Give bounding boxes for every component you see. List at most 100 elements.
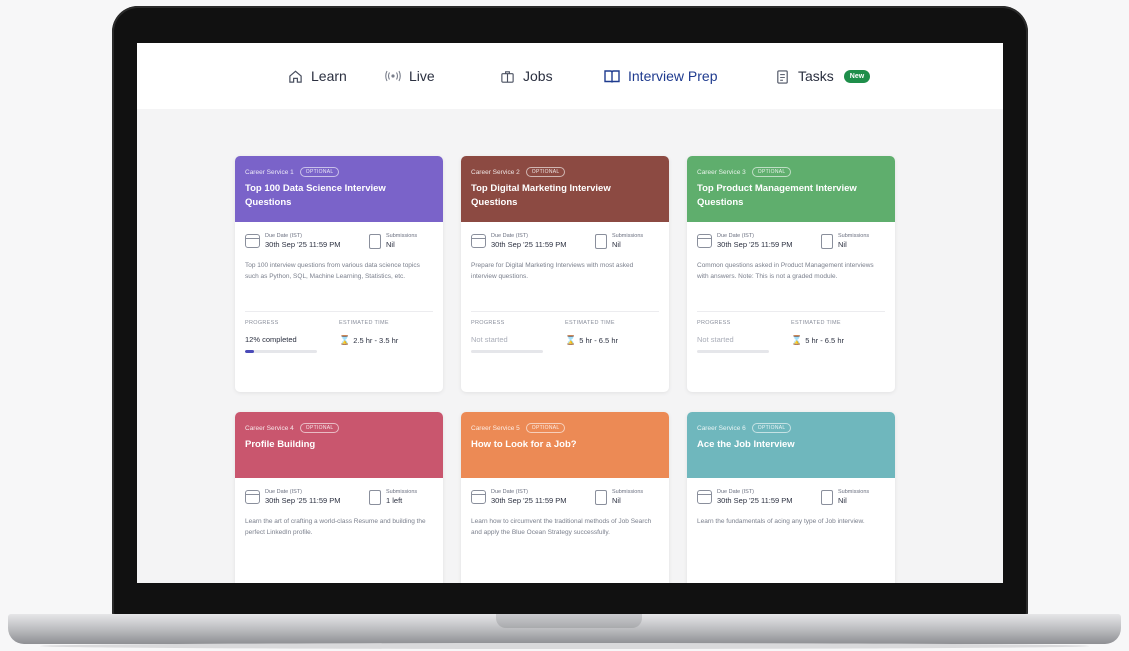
clipboard-icon — [774, 68, 790, 84]
card-description: Learn the fundamentals of acing any type… — [697, 518, 865, 525]
due-date-label: Due Date (IST) — [717, 489, 754, 495]
progress-label: PROGRESS — [471, 320, 505, 326]
card-title: Top 100 Data Science Interview Questions — [245, 183, 386, 208]
hourglass-icon: ⌛ — [565, 335, 577, 345]
briefcase-icon — [499, 68, 515, 84]
progress-label: PROGRESS — [245, 320, 279, 326]
nav-item-live[interactable]: Live — [385, 68, 435, 84]
nav-item-jobs[interactable]: Jobs — [499, 68, 553, 84]
nav-item-label: Interview Prep — [628, 68, 718, 84]
submissions-value: Nil — [386, 240, 395, 249]
submissions-label: Submissions — [838, 489, 870, 495]
career-service-card[interactable]: Career Service 6 OPTIONAL Ace the Job In… — [687, 412, 895, 583]
calendar-icon — [471, 490, 486, 504]
estimated-time-label: ESTIMATED TIME — [791, 320, 841, 326]
card-header: Career Service 6 OPTIONAL Ace the Job In… — [687, 412, 895, 478]
progress-bar-fill — [245, 350, 254, 353]
submissions-label: Submissions — [838, 233, 870, 239]
career-service-card[interactable]: Career Service 2 OPTIONAL Top Digital Ma… — [461, 156, 669, 392]
nav-item-label: Jobs — [523, 68, 553, 84]
submissions-value: Nil — [612, 240, 621, 249]
card-title: Ace the Job Interview — [697, 439, 795, 450]
submissions-label: Submissions — [386, 233, 418, 239]
career-service-card[interactable]: Career Service 1 OPTIONAL Top 100 Data S… — [235, 156, 443, 392]
card-title: Top Product Management Interview Questio… — [697, 183, 857, 208]
card-service-label: Career Service 2 — [471, 168, 520, 176]
submissions-label: Submissions — [612, 489, 644, 495]
nav-item-label: Live — [409, 68, 435, 84]
card-description: Learn how to circumvent the traditional … — [471, 518, 652, 536]
calendar-icon — [245, 234, 260, 248]
card-description: Top 100 interview questions from various… — [245, 262, 420, 280]
calendar-icon — [697, 490, 712, 504]
progress-value: Not started — [697, 335, 734, 344]
progress-bar — [245, 350, 317, 353]
card-title: Top Digital Marketing Interview Question… — [471, 183, 611, 208]
card-service-label: Career Service 4 — [245, 424, 294, 432]
submissions-label: Submissions — [612, 233, 644, 239]
new-badge: New — [843, 69, 871, 83]
laptop-screen: Learn Live Jobs Interview Prep Tasks New… — [137, 43, 1003, 583]
due-date-value: 30th Sep '25 11:59 PM — [717, 240, 793, 249]
estimated-time-label: ESTIMATED TIME — [565, 320, 615, 326]
optional-badge: OPTIONAL — [299, 167, 340, 177]
career-service-card[interactable]: Career Service 3 OPTIONAL Top Product Ma… — [687, 156, 895, 392]
calendar-icon — [697, 234, 712, 248]
document-icon — [369, 489, 381, 505]
optional-badge: OPTIONAL — [751, 423, 792, 433]
due-date-value: 30th Sep '25 11:59 PM — [491, 496, 567, 505]
due-date-value: 30th Sep '25 11:59 PM — [265, 240, 341, 249]
nav-item-learn[interactable]: Learn — [287, 68, 347, 84]
due-date-label: Due Date (IST) — [491, 489, 528, 495]
card-title: How to Look for a Job? — [471, 439, 577, 450]
hourglass-icon: ⌛ — [339, 335, 351, 345]
card-service-label: Career Service 5 — [471, 424, 520, 432]
card-header: Career Service 5 OPTIONAL How to Look fo… — [461, 412, 669, 478]
optional-badge: OPTIONAL — [525, 167, 566, 177]
laptop-notch — [496, 614, 642, 628]
card-header: Career Service 4 OPTIONAL Profile Buildi… — [235, 412, 443, 478]
top-nav: Learn Live Jobs Interview Prep Tasks New — [137, 43, 1003, 109]
career-service-card[interactable]: Career Service 4 OPTIONAL Profile Buildi… — [235, 412, 443, 583]
nav-item-label: Learn — [311, 68, 347, 84]
estimated-time-label: ESTIMATED TIME — [339, 320, 389, 326]
due-date-value: 30th Sep '25 11:59 PM — [717, 496, 793, 505]
document-icon — [821, 233, 833, 249]
document-icon — [369, 233, 381, 249]
document-icon — [595, 233, 607, 249]
card-divider — [697, 311, 885, 312]
progress-bar — [471, 350, 543, 353]
due-date-label: Due Date (IST) — [265, 489, 302, 495]
card-service-label: Career Service 6 — [697, 424, 746, 432]
card-header: Career Service 3 OPTIONAL Top Product Ma… — [687, 156, 895, 222]
due-date-label: Due Date (IST) — [491, 233, 528, 239]
submissions-value: Nil — [612, 496, 621, 505]
calendar-icon — [471, 234, 486, 248]
optional-badge: OPTIONAL — [299, 423, 340, 433]
card-divider — [471, 311, 659, 312]
card-service-label: Career Service 1 — [245, 168, 294, 176]
book-icon — [604, 68, 620, 84]
estimated-time-value: 2.5 hr - 3.5 hr — [353, 336, 399, 345]
document-icon — [821, 489, 833, 505]
hourglass-icon: ⌛ — [791, 335, 803, 345]
nav-item-label: Tasks — [798, 68, 834, 84]
nav-item-interview-prep[interactable]: Interview Prep — [604, 68, 717, 84]
document-icon — [595, 489, 607, 505]
laptop-shadow — [40, 643, 1089, 649]
submissions-value: 1 left — [386, 496, 403, 505]
card-header: Career Service 2 OPTIONAL Top Digital Ma… — [461, 156, 669, 222]
nav-item-tasks[interactable]: Tasks New — [774, 68, 871, 84]
career-service-card[interactable]: Career Service 5 OPTIONAL How to Look fo… — [461, 412, 669, 583]
card-divider — [245, 311, 433, 312]
progress-value: Not started — [471, 335, 508, 344]
due-date-label: Due Date (IST) — [265, 233, 302, 239]
submissions-value: Nil — [838, 496, 847, 505]
broadcast-icon — [385, 68, 401, 84]
estimated-time-value: 5 hr - 6.5 hr — [805, 336, 844, 345]
progress-label: PROGRESS — [697, 320, 731, 326]
submissions-value: Nil — [838, 240, 847, 249]
calendar-icon — [245, 490, 260, 504]
due-date-label: Due Date (IST) — [717, 233, 754, 239]
card-description: Prepare for Digital Marketing Interviews… — [471, 262, 634, 280]
